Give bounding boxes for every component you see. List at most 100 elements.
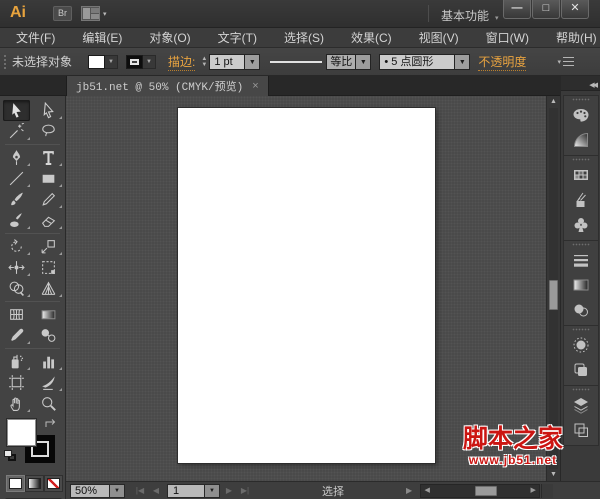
panel-layers[interactable] <box>564 392 598 417</box>
tool-pen[interactable] <box>0 147 33 168</box>
tool-paintbrush[interactable] <box>0 189 33 210</box>
stepper-down-icon[interactable]: ▼ <box>201 62 207 68</box>
menu-effect[interactable]: 效果(C) <box>343 27 400 48</box>
menu-file[interactable]: 文件(F) <box>8 27 63 48</box>
stroke-color-swatch[interactable] <box>126 54 144 69</box>
workspace-switcher[interactable]: 基本功能 ▾ <box>441 7 499 24</box>
first-artboard-button[interactable]: |◀ <box>133 486 147 495</box>
tool-zoom[interactable] <box>33 393 66 414</box>
tool-selection[interactable] <box>3 100 30 121</box>
tool-artboard[interactable] <box>0 372 33 393</box>
pasteboard[interactable] <box>66 96 546 481</box>
stroke-width-field[interactable]: 1 pt <box>209 53 246 70</box>
tool-slice[interactable] <box>33 372 66 393</box>
default-fill-stroke-icon[interactable] <box>4 450 17 462</box>
panel-gradient[interactable] <box>564 272 598 297</box>
panel-artboards[interactable] <box>564 417 598 442</box>
vertical-scroll-track[interactable] <box>549 108 558 469</box>
expand-panels-icon[interactable]: ◀◀ <box>589 82 598 89</box>
tool-lasso[interactable] <box>33 121 66 142</box>
horizontal-scroll-track[interactable] <box>433 485 527 497</box>
panel-stroke[interactable] <box>564 247 598 272</box>
tool-gradient[interactable] <box>33 304 66 325</box>
tool-line-segment[interactable] <box>0 168 33 189</box>
brush-definition-field[interactable]: • 5 点圆形 <box>379 53 456 70</box>
brush-dropdown[interactable]: ▼ <box>455 53 471 70</box>
last-artboard-button[interactable]: ▶| <box>238 486 252 495</box>
swap-fill-stroke-icon[interactable] <box>44 418 57 433</box>
menu-edit[interactable]: 编辑(E) <box>74 27 130 48</box>
color-button[interactable] <box>6 475 25 492</box>
fill-color-control[interactable]: ▼ <box>88 54 119 69</box>
panel-symbols[interactable] <box>564 212 598 237</box>
none-button[interactable] <box>44 475 63 492</box>
vertical-scroll-thumb[interactable] <box>549 280 558 310</box>
tool-blend[interactable] <box>33 325 66 346</box>
menu-view[interactable]: 视图(V) <box>411 27 467 48</box>
opacity-panel-link[interactable]: 不透明度 <box>478 53 527 71</box>
menu-help[interactable]: 帮助(H) <box>548 27 600 48</box>
close-button[interactable]: ✕ <box>561 0 589 19</box>
artboard-dropdown-button[interactable]: ▼ <box>205 483 220 498</box>
tool-perspective-grid[interactable] <box>33 278 66 299</box>
document-tab[interactable]: jb51.net @ 50% (CMYK/预览) × <box>66 76 269 96</box>
stroke-width-dropdown[interactable]: ▼ <box>245 53 261 70</box>
fill-color-swatch[interactable] <box>88 54 106 69</box>
tool-rotate[interactable] <box>0 236 33 257</box>
tool-rectangle[interactable] <box>33 168 66 189</box>
tool-hand[interactable] <box>0 393 33 414</box>
tool-width[interactable] <box>0 257 33 278</box>
tool-symbol-sprayer[interactable] <box>0 351 33 372</box>
horizontal-scrollbar[interactable]: ◀ ▶ <box>420 483 541 498</box>
tool-column-graph[interactable] <box>33 351 66 372</box>
tool-free-transform[interactable] <box>33 257 66 278</box>
tool-blob-brush[interactable] <box>0 210 33 231</box>
tool-mesh[interactable] <box>0 304 33 325</box>
tool-scale[interactable] <box>33 236 66 257</box>
stroke-color-control[interactable]: ▼ <box>126 54 157 69</box>
fill-dropdown-button[interactable]: ▼ <box>105 54 119 69</box>
tool-direct-selection[interactable] <box>33 100 66 121</box>
menu-object[interactable]: 对象(O) <box>141 27 198 48</box>
tool-eraser[interactable] <box>33 210 66 231</box>
artboard-number-field[interactable]: 1 <box>167 483 205 498</box>
scroll-up-icon[interactable]: ▲ <box>547 96 560 108</box>
next-artboard-button[interactable]: ▶ <box>222 486 236 495</box>
panel-color-guide[interactable] <box>564 127 598 152</box>
control-panel-menu-button[interactable]: ▾ <box>557 57 574 66</box>
zoom-dropdown-button[interactable]: ▼ <box>110 483 125 498</box>
menu-type[interactable]: 文字(T) <box>210 27 265 48</box>
tool-shape-builder[interactable] <box>0 278 33 299</box>
panel-gripper[interactable] <box>3 53 7 70</box>
status-flyout-icon[interactable]: ▶ <box>406 486 412 495</box>
tool-magic-wand[interactable] <box>0 121 33 142</box>
previous-artboard-button[interactable]: ◀ <box>149 486 163 495</box>
stroke-width-stepper[interactable]: ▲ ▼ <box>201 56 207 68</box>
scroll-right-icon[interactable]: ▶ <box>527 485 539 497</box>
minimize-button[interactable]: — <box>503 0 531 19</box>
menu-select[interactable]: 选择(S) <box>276 27 332 48</box>
panel-graphic-styles[interactable] <box>564 357 598 382</box>
panel-appearance[interactable] <box>564 332 598 357</box>
panel-swatches[interactable] <box>564 162 598 187</box>
tab-close-icon[interactable]: × <box>252 80 258 92</box>
zoom-level-field[interactable]: 50% <box>70 483 110 498</box>
bridge-button[interactable]: Br <box>53 6 72 21</box>
width-profile-dropdown[interactable]: ▼ <box>356 53 372 70</box>
scroll-left-icon[interactable]: ◀ <box>421 485 433 497</box>
panel-color[interactable] <box>564 102 598 127</box>
vertical-scrollbar[interactable]: ▲ ▼ <box>546 96 560 481</box>
fill-proxy[interactable] <box>7 419 36 446</box>
gradient-button[interactable] <box>25 475 44 492</box>
stroke-panel-link[interactable]: 描边: <box>168 53 196 71</box>
tool-eyedropper[interactable] <box>0 325 33 346</box>
artboard[interactable] <box>178 108 435 463</box>
tool-pencil[interactable] <box>33 189 66 210</box>
arrange-documents-button[interactable]: ▾ <box>81 6 107 21</box>
stroke-dropdown-button[interactable]: ▼ <box>143 54 157 69</box>
menu-window[interactable]: 窗口(W) <box>478 27 537 48</box>
maximize-button[interactable]: □ <box>532 0 560 19</box>
tool-type[interactable] <box>33 147 66 168</box>
panel-brushes[interactable] <box>564 187 598 212</box>
panel-transparency[interactable] <box>564 297 598 322</box>
